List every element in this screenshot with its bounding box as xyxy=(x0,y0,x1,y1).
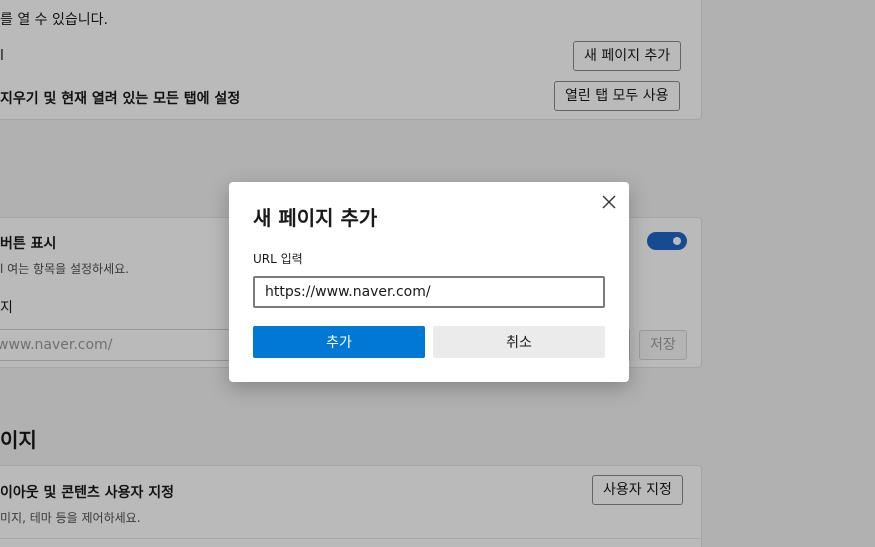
add-button[interactable]: 추가 xyxy=(253,326,425,358)
close-icon[interactable] xyxy=(597,190,621,214)
url-input[interactable] xyxy=(253,276,605,308)
dialog-title: 새 페이지 추가 xyxy=(253,206,378,230)
cancel-button[interactable]: 취소 xyxy=(433,326,605,358)
add-new-page-dialog: 새 페이지 추가 URL 입력 추가 취소 xyxy=(229,182,629,382)
url-field-label: URL 입력 xyxy=(253,252,303,266)
